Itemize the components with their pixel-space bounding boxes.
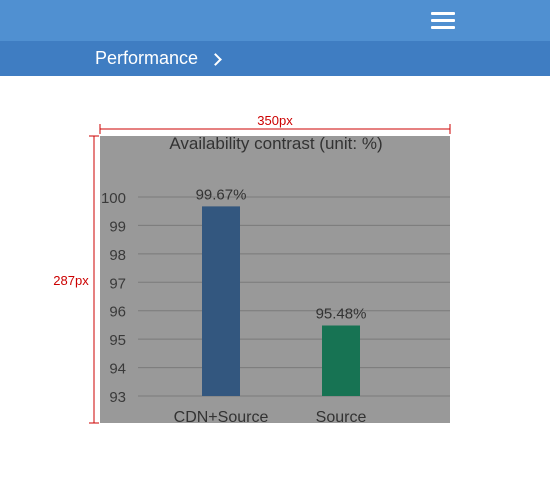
breadcrumb-label: Performance — [95, 48, 199, 68]
height-dimension-label: 287px — [53, 273, 89, 288]
y-tick-label: 95 — [109, 332, 126, 349]
y-tick-label: 93 — [109, 389, 126, 406]
availability-chart: Availability contrast (unit: %) 93 94 95 96 9… — [100, 136, 450, 423]
bar — [202, 206, 240, 396]
y-tick-label: 100 — [101, 190, 126, 207]
x-category-label: CDN+Source — [174, 409, 269, 423]
menu-button[interactable] — [424, 6, 462, 36]
chart-title: Availability contrast (unit: %) — [169, 136, 382, 153]
top-header-bar — [0, 0, 550, 41]
y-tick-label: 94 — [109, 361, 126, 378]
bar — [322, 325, 360, 396]
bar-value-label: 99.67% — [196, 186, 247, 203]
y-tick-label: 96 — [109, 304, 126, 321]
chevron-right-icon — [209, 52, 222, 66]
x-category-label: Source — [316, 409, 367, 423]
availability-chart-svg: Availability contrast (unit: %) 93 94 95 96 9… — [101, 136, 450, 423]
width-dimension-label: 350px — [257, 113, 293, 128]
y-tick-label: 97 — [109, 275, 126, 292]
y-tick-label: 99 — [109, 218, 126, 235]
y-tick-label: 98 — [109, 247, 126, 264]
breadcrumb-bar: Performance — [0, 41, 550, 76]
breadcrumb-performance[interactable]: Performance — [95, 41, 222, 76]
bar-value-label: 95.48% — [316, 305, 367, 322]
